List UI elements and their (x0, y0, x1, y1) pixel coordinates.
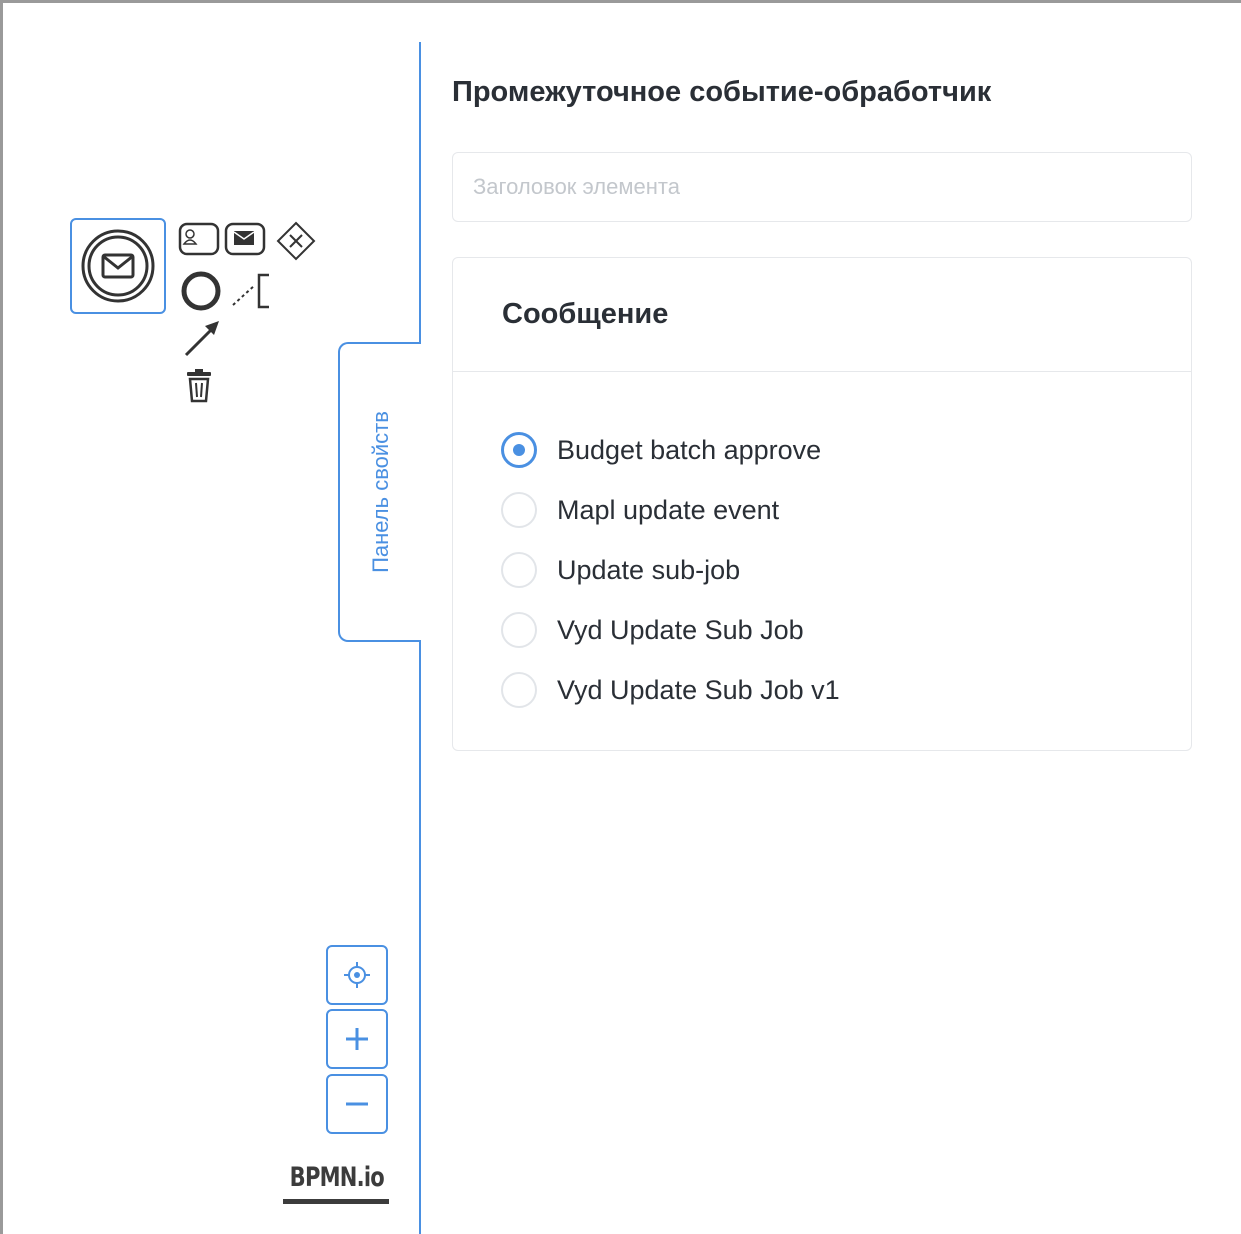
end-event-icon[interactable] (179, 269, 223, 313)
intermediate-message-catch-event[interactable] (70, 218, 166, 314)
radio-button-checked[interactable] (501, 432, 537, 468)
message-option-budget-batch-approve[interactable]: Budget batch approve (501, 420, 840, 480)
radio-button[interactable] (501, 612, 537, 648)
properties-panel-tab[interactable]: Панель свойств (338, 342, 421, 642)
message-option-vyd-update-sub-job[interactable]: Vyd Update Sub Job (501, 600, 840, 660)
radio-label: Budget batch approve (557, 434, 822, 465)
radio-button[interactable] (501, 492, 537, 528)
reset-focus-icon (344, 962, 370, 988)
connect-arrow-icon[interactable] (181, 317, 225, 361)
message-task-icon[interactable] (224, 221, 266, 257)
zoom-in-button[interactable] (326, 1009, 388, 1069)
radio-button[interactable] (501, 672, 537, 708)
message-section-header: Сообщение (453, 258, 1191, 372)
panel-title: Промежуточное событие-обработчик (452, 76, 992, 108)
message-radio-group: Budget batch approve Mapl update event U… (501, 420, 840, 720)
user-task-icon[interactable] (178, 221, 220, 257)
message-option-update-sub-job[interactable]: Update sub-job (501, 540, 840, 600)
message-section-card: Сообщение Budget batch approve Mapl upda… (452, 257, 1192, 751)
zoom-out-button[interactable] (326, 1074, 388, 1134)
text-annotation-icon[interactable] (229, 271, 273, 311)
message-event-icon (81, 229, 155, 303)
radio-label: Vyd Update Sub Job v1 (557, 674, 840, 705)
delete-trash-icon[interactable] (183, 368, 223, 408)
message-option-vyd-update-sub-job-v1[interactable]: Vyd Update Sub Job v1 (501, 660, 840, 720)
radio-button[interactable] (501, 552, 537, 588)
exclusive-gateway-icon[interactable] (274, 219, 318, 263)
radio-label: Vyd Update Sub Job (557, 614, 804, 645)
radio-label: Update sub-job (557, 554, 741, 585)
zoom-out-icon (346, 1102, 368, 1106)
message-option-mapl-update-event[interactable]: Mapl update event (501, 480, 840, 540)
zoom-in-icon (346, 1028, 368, 1050)
radio-label: Mapl update event (557, 494, 780, 525)
element-title-input[interactable] (452, 152, 1192, 222)
properties-panel-tab-label: Панель свойств (367, 411, 393, 573)
reset-focus-button[interactable] (326, 945, 388, 1005)
bpmn-io-logo-underline (283, 1199, 389, 1204)
